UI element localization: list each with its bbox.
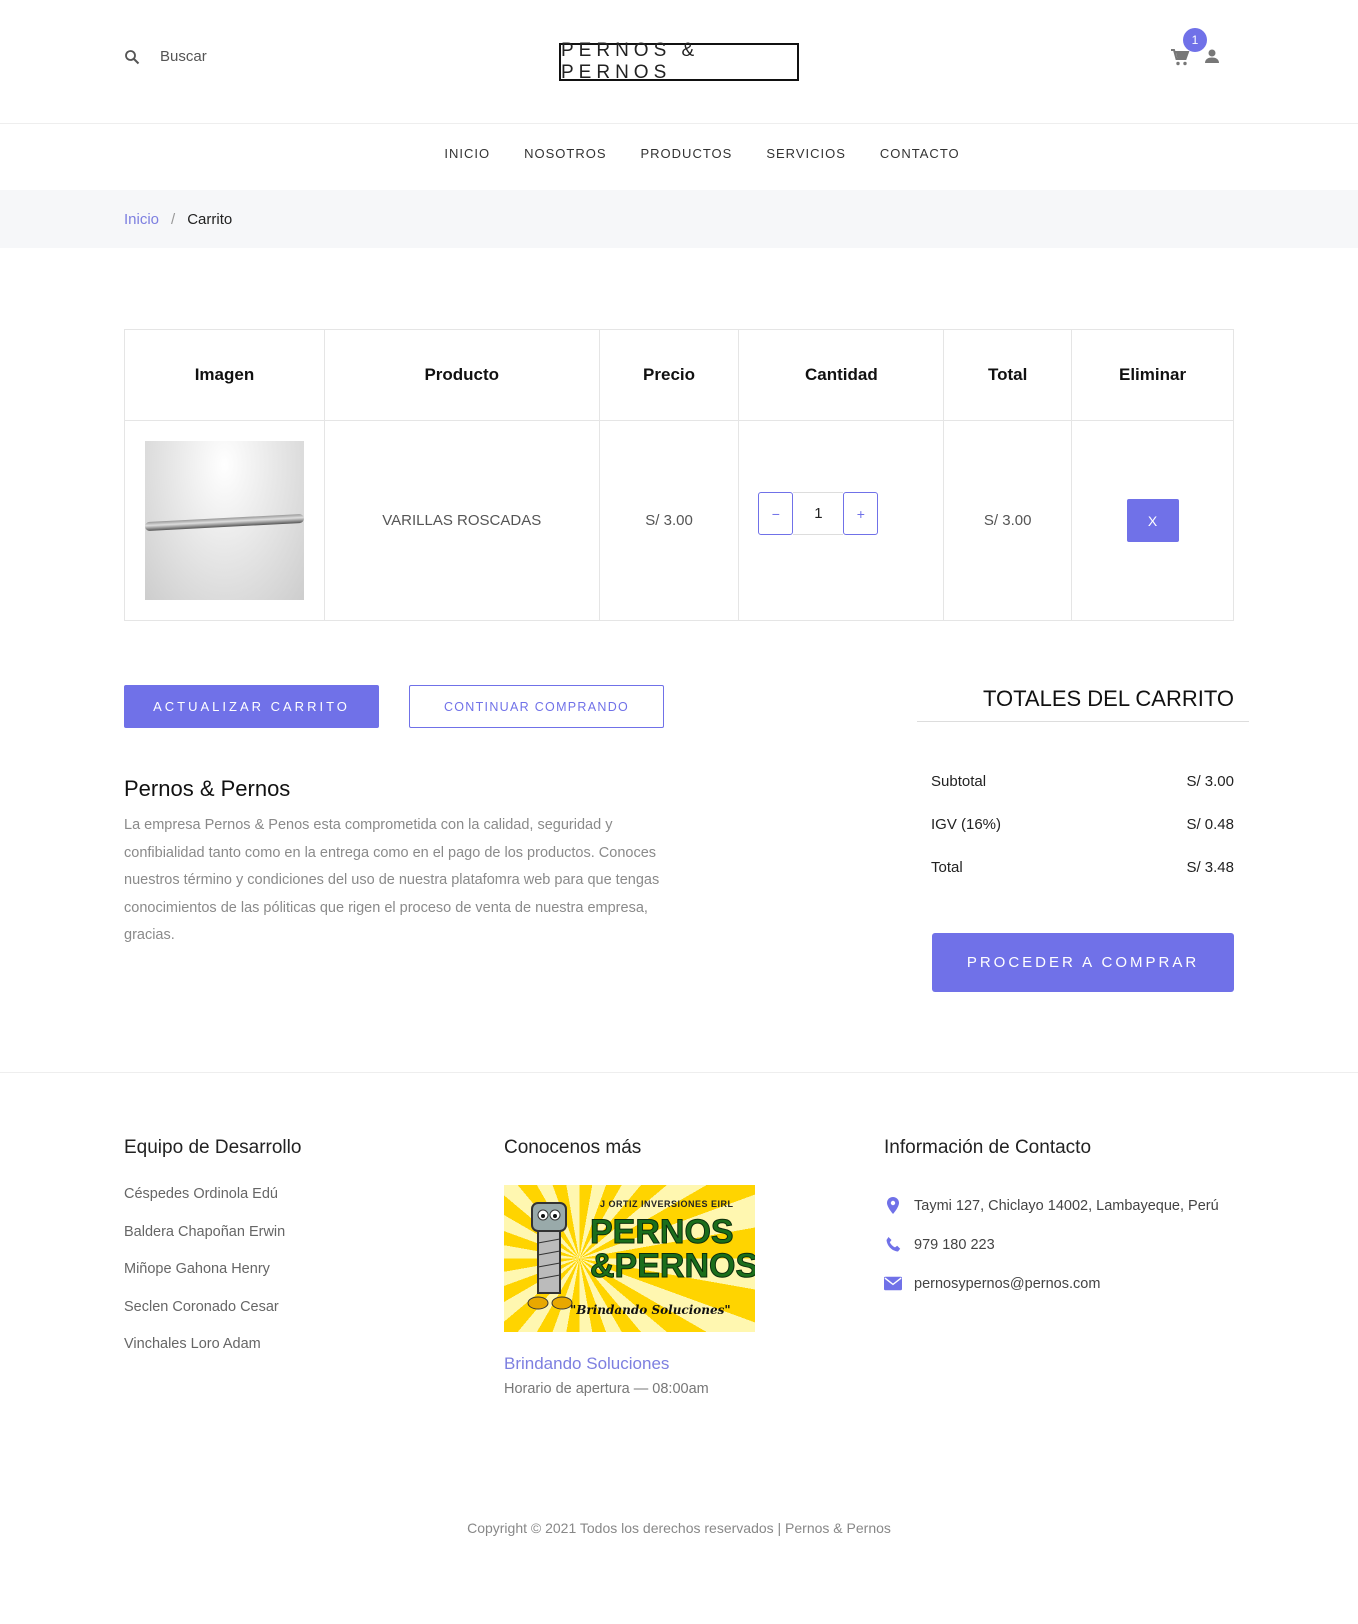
cart-table-header: Imagen Producto Precio Cantidad Total El…	[124, 329, 1234, 421]
nav-item-productos[interactable]: PRODUCTOS	[641, 146, 733, 161]
promo-brand-line-1: PERNOS	[589, 1213, 734, 1251]
contact-title: Información de Contacto	[884, 1137, 1092, 1158]
subtotal-label: Subtotal	[931, 773, 987, 790]
contact-email-text[interactable]: pernosypernos@pernos.com	[914, 1276, 1100, 1292]
subtotal-row: Subtotal S/ 3.00	[931, 773, 1234, 790]
promo-company: J ORTIZ INVERSIONES EIRL	[600, 1199, 734, 1209]
decrease-quantity-button[interactable]: −	[758, 492, 794, 536]
team-member: Céspedes Ordinola Edú	[124, 1186, 278, 1202]
col-header-total: Total	[943, 329, 1073, 421]
team-list: Céspedes Ordinola Edú Baldera Chapoñan E…	[124, 1186, 285, 1374]
increase-quantity-button[interactable]: +	[843, 492, 879, 536]
team-member: Baldera Chapoñan Erwin	[124, 1223, 286, 1240]
col-header-quantity: Cantidad	[738, 329, 945, 421]
breadcrumb-current: Carrito	[187, 210, 233, 228]
product-image-cell	[124, 420, 325, 621]
update-cart-button[interactable]: ACTUALIZAR CARRITO	[124, 685, 379, 728]
continue-shopping-button[interactable]: CONTINUAR COMPRANDO	[409, 685, 664, 728]
cart-icon[interactable]	[1170, 48, 1190, 66]
quantity-cell: − 1 +	[738, 420, 945, 621]
footer-divider	[0, 1072, 1358, 1073]
tax-value: S/ 0.48	[1186, 816, 1234, 833]
contact-phone-text: 979 180 223	[914, 1236, 995, 1253]
contact-address: Taymi 127, Chiclayo 14002, Lambayeque, P…	[884, 1186, 1219, 1225]
envelope-icon	[884, 1276, 902, 1291]
remove-cell: X	[1071, 420, 1234, 621]
more-title: Conocenos más	[504, 1137, 642, 1158]
col-header-product: Producto	[323, 329, 600, 421]
breadcrumb: Inicio / Carrito	[0, 190, 1358, 248]
nav-item-contacto[interactable]: CONTACTO	[880, 146, 960, 161]
phone-icon	[886, 1237, 900, 1252]
team-title: Equipo de Desarrollo	[124, 1137, 302, 1158]
team-member: Vinchales Loro Adam	[124, 1336, 261, 1352]
cart-totals-title: TOTALES DEL CARRITO	[982, 686, 1234, 711]
breadcrumb-home[interactable]: Inicio	[124, 211, 159, 228]
cart-table: Imagen Producto Precio Cantidad Total El…	[124, 329, 1234, 621]
main-nav: INICIO NOSOTROS PRODUCTOS SERVICIOS CONT…	[0, 146, 1358, 161]
contact-phone: 979 180 223	[884, 1225, 1219, 1264]
total-label: Total	[931, 859, 963, 876]
team-member: Seclen Coronado Cesar	[124, 1298, 279, 1315]
cart-totals-divider	[917, 721, 1249, 722]
tax-row: IGV (16%) S/ 0.48	[931, 816, 1234, 833]
copyright: Copyright © 2021 Todos los derechos rese…	[467, 1520, 891, 1536]
total-value: S/ 3.48	[1186, 859, 1234, 876]
promo-brand: PERNOS &PERNOS	[589, 1213, 755, 1285]
contact-list: Taymi 127, Chiclayo 14002, Lambayeque, P…	[884, 1186, 1219, 1303]
site-logo[interactable]: PERNOS & PERNOS	[559, 40, 799, 83]
opening-hours: Horario de apertura — 08:00am	[504, 1381, 709, 1397]
col-header-remove: Eliminar	[1071, 329, 1234, 421]
product-image	[144, 441, 305, 600]
about-title: Pernos & Pernos	[124, 776, 291, 801]
nav-item-nosotros[interactable]: NOSOTROS	[524, 146, 606, 161]
about-text: La empresa Pernos & Penos esta compromet…	[124, 817, 660, 943]
tax-label: IGV (16%)	[931, 816, 1002, 833]
quantity-stepper: − 1 +	[758, 492, 879, 536]
nav-item-servicios[interactable]: SERVICIOS	[766, 146, 846, 161]
remove-item-button[interactable]: X	[1126, 499, 1179, 542]
table-row: VARILLAS ROSCADAS S/ 3.00 − 1 + S/ 3.00 …	[124, 420, 1234, 621]
header-divider	[0, 123, 1358, 124]
col-header-image: Imagen	[124, 329, 325, 421]
promo-link[interactable]: Brindando Soluciones	[504, 1354, 669, 1374]
search-placeholder: Buscar	[160, 48, 207, 65]
nav-item-inicio[interactable]: INICIO	[444, 146, 490, 161]
contact-email[interactable]: pernosypernos@pernos.com	[884, 1264, 1219, 1303]
promo-banner[interactable]: J ORTIZ INVERSIONES EIRL PERNOS &PERNOS …	[504, 1185, 755, 1332]
total-row: Total S/ 3.48	[931, 859, 1234, 876]
product-price: S/ 3.00	[598, 420, 740, 621]
contact-address-text: Taymi 127, Chiclayo 14002, Lambayeque, P…	[914, 1197, 1219, 1214]
promo-brand-line-2: &PERNOS	[589, 1247, 755, 1285]
search-box[interactable]: Buscar	[124, 48, 207, 65]
user-icon[interactable]	[1204, 48, 1220, 64]
bolt-mascot-icon	[527, 1202, 573, 1310]
subtotal-value: S/ 3.00	[1186, 773, 1234, 790]
map-pin-icon	[887, 1197, 899, 1214]
product-total: S/ 3.00	[943, 420, 1073, 621]
team-member: Miñope Gahona Henry	[124, 1261, 270, 1277]
product-name: VARILLAS ROSCADAS	[323, 420, 600, 621]
search-icon	[125, 49, 140, 64]
promo-tagline: "Brindando Soluciones"	[570, 1303, 731, 1317]
breadcrumb-separator: /	[171, 210, 176, 228]
checkout-button[interactable]: PROCEDER A COMPRAR	[932, 933, 1234, 992]
col-header-price: Precio	[598, 329, 740, 421]
quantity-input[interactable]: 1	[793, 492, 844, 536]
